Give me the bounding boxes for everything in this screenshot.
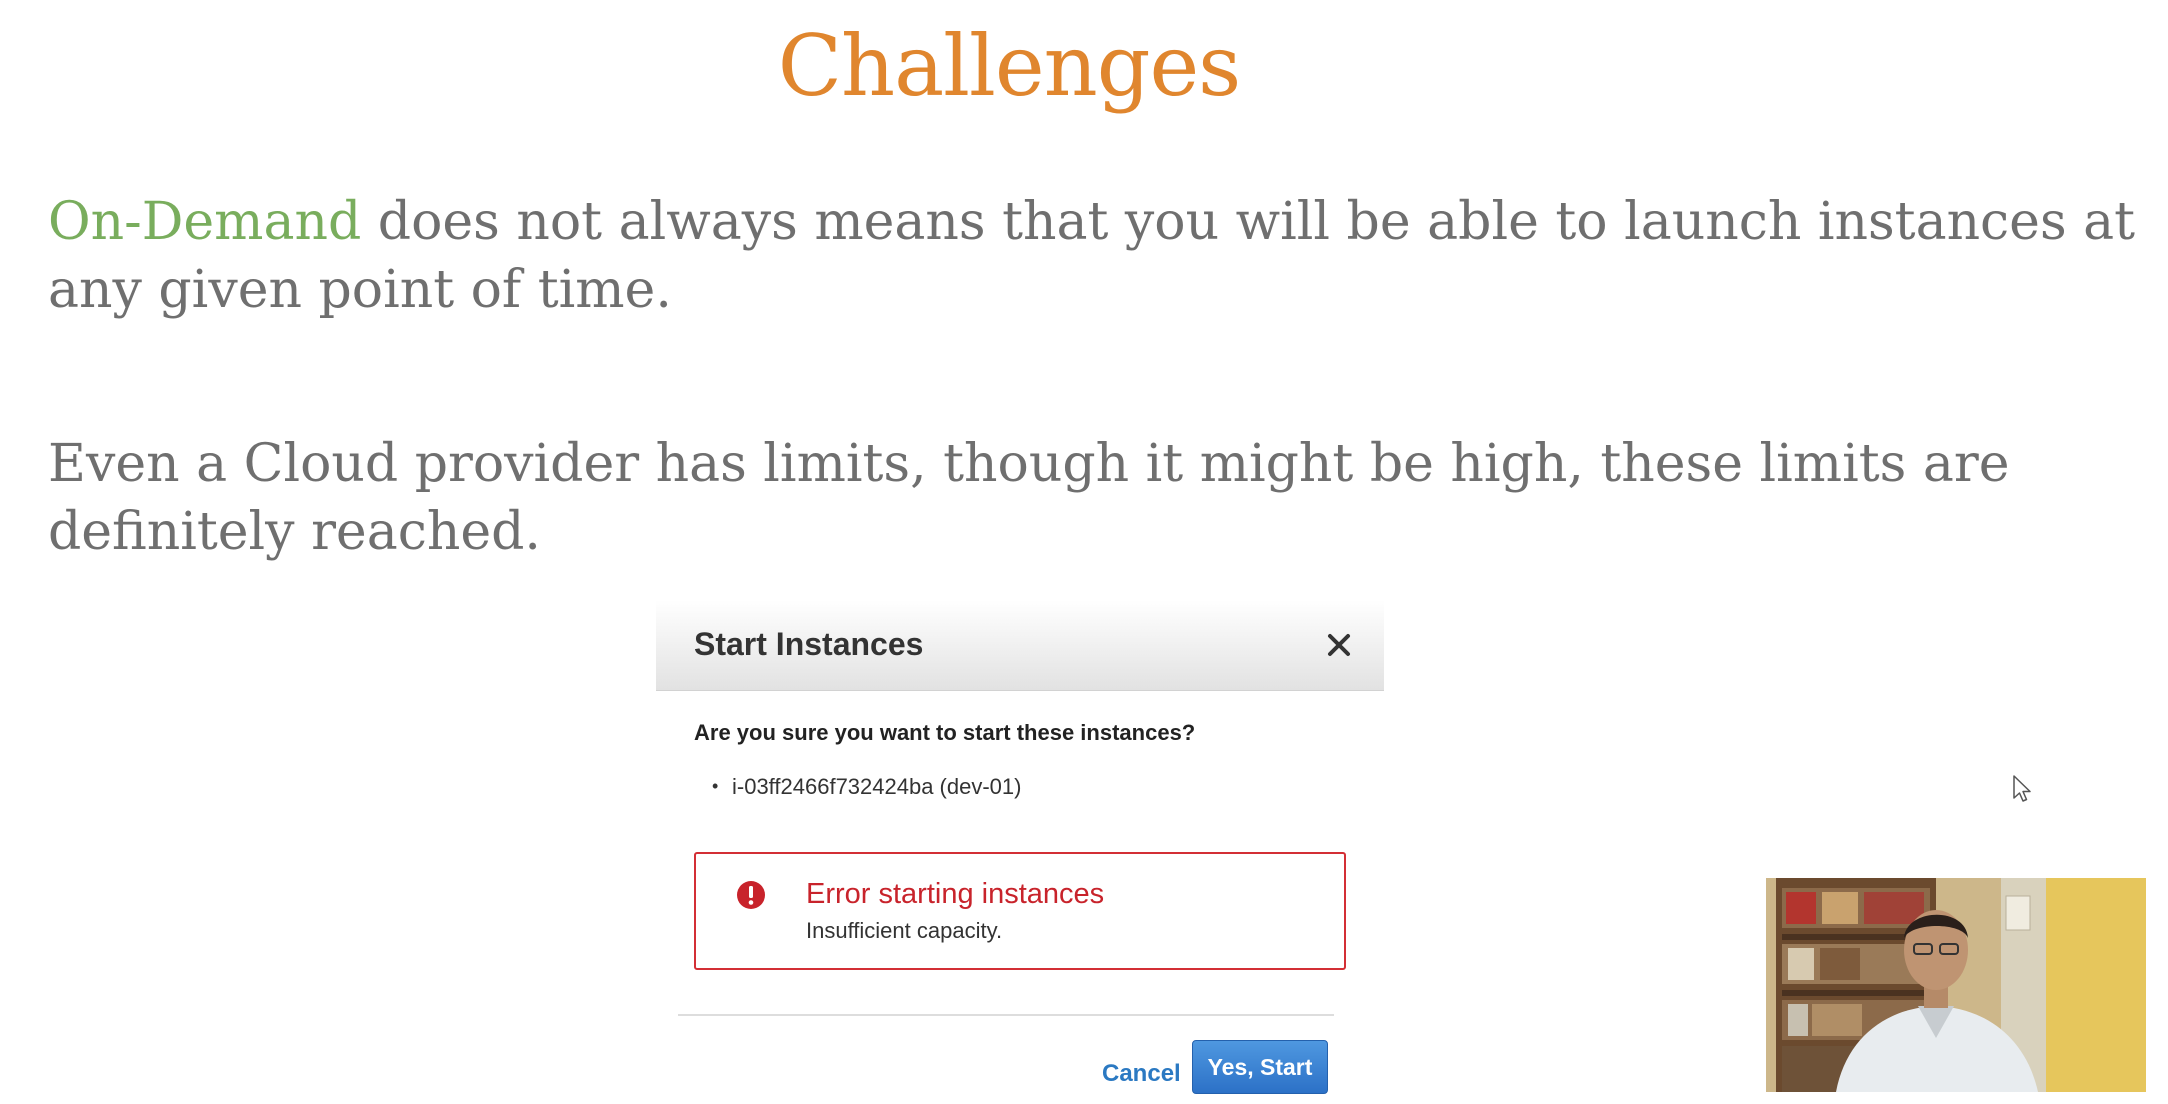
dialog-divider: [678, 1014, 1334, 1016]
yes-start-button[interactable]: Yes, Start: [1192, 1040, 1328, 1094]
paragraph-1-text: does not always means that you will be a…: [48, 192, 2136, 320]
error-title: Error starting instances: [806, 878, 1105, 910]
presenter-webcam-video: [1766, 878, 2146, 1092]
start-instances-dialog: Start Instances Are you sure you want to…: [656, 600, 1384, 1104]
cancel-button[interactable]: Cancel: [1102, 1060, 1181, 1088]
error-icon: [737, 881, 765, 909]
instance-item: i-03ff2466f732424ba (dev-01): [712, 774, 1022, 800]
error-message: Insufficient capacity.: [806, 918, 1003, 943]
dialog-title: Start Instances: [694, 626, 924, 662]
slide-title: Challenges: [777, 17, 1242, 115]
paragraph-on-demand: On-Demand does not always means that you…: [48, 188, 2138, 324]
close-icon[interactable]: [1324, 630, 1354, 660]
confirmation-question: Are you sure you want to start these ins…: [694, 720, 1196, 745]
mouse-cursor-icon: [2013, 775, 2031, 802]
instance-list: i-03ff2466f732424ba (dev-01): [712, 774, 1022, 800]
on-demand-highlight: On-Demand: [48, 192, 362, 252]
paragraph-limits: Even a Cloud provider has limits, though…: [48, 434, 2010, 562]
dialog-header: Start Instances: [656, 600, 1384, 691]
error-alert: Error starting instances Insufficient ca…: [694, 852, 1346, 970]
